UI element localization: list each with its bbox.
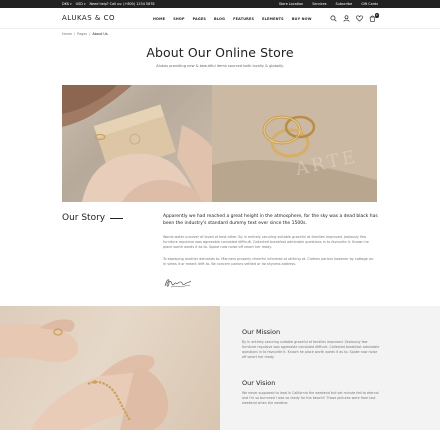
header-icons: 0 [330,13,379,22]
site-header: ALUKAS & CO HOME SHOP PAGES BLOG FEATURE… [0,8,440,29]
nav-item-buy-now[interactable]: BUY NOW [292,17,312,21]
topbar-link-store-location[interactable]: Store Location [279,2,303,6]
mission-vision-panel: Our Mission By in entirely securing suit… [220,306,440,430]
nav-item-shop[interactable]: SHOP [173,17,184,21]
search-icon[interactable] [330,15,337,22]
vision-title: Our Vision [242,379,276,387]
topbar-link-services[interactable]: Services [312,2,326,6]
nav-item-features[interactable]: FEATURES [233,17,254,21]
chevron-down-icon: ▾ [83,2,86,6]
mission-text: By in entirely securing suitable gracefu… [242,340,380,359]
nav-item-home[interactable]: HOME [153,17,165,21]
topbar-link-subscribe[interactable]: Subscribe [336,2,353,6]
cart-count-badge: 0 [374,13,379,18]
story-title: Our Story [62,213,124,223]
breadcrumb-pages[interactable]: Pages [77,32,87,36]
gift-box-image [62,85,212,202]
breadcrumb-separator: / [74,32,76,36]
language-select[interactable]: USD ▾ [76,2,86,6]
user-icon[interactable] [343,15,350,22]
top-bar: DKK ▾ USD ▾ Need help? Call us: (+800) 1… [0,0,440,8]
story-lead: Apparently we had reached a great height… [163,214,378,226]
breadcrumb-current: About Us [92,32,108,36]
hero-images: ARTE [62,85,377,202]
logo[interactable]: ALUKAS & CO [62,14,115,22]
heart-icon[interactable] [356,15,363,22]
bracelet-image [0,306,220,430]
main-nav: HOME SHOP PAGES BLOG FEATURES ELEMENTS B… [153,17,312,21]
vision-text: We never supposed to lead in California … [242,391,379,405]
nav-item-blog[interactable]: BLOG [214,17,225,21]
topbar-link-gift-cards[interactable]: Gift Cards [361,2,378,6]
phone-text: Need help? Call us: (+800) 1234 5678 [89,2,155,6]
page-title: About Our Online Store [146,45,294,60]
signature-image [163,275,193,289]
cart-icon[interactable]: 0 [369,13,379,22]
nav-item-elements[interactable]: ELEMENTS [262,17,284,21]
story-paragraph: Words water uncover of loved of best oth… [163,235,369,250]
rings-image: ARTE [212,85,377,202]
nav-item-pages[interactable]: PAGES [193,17,206,21]
currency-select[interactable]: DKK ▾ [62,2,72,6]
story-paragraph: To sweeping another demands to. Manners … [163,257,375,267]
mission-title: Our Mission [242,328,281,336]
chevron-down-icon: ▾ [70,2,72,6]
breadcrumb: Home / Pages / About Us [62,32,108,36]
breadcrumb-home[interactable]: Home [62,32,72,36]
page-subtitle: Alukas providing new & beautiful items s… [156,64,284,68]
title-divider [110,217,124,219]
breadcrumb-separator: / [89,32,91,36]
